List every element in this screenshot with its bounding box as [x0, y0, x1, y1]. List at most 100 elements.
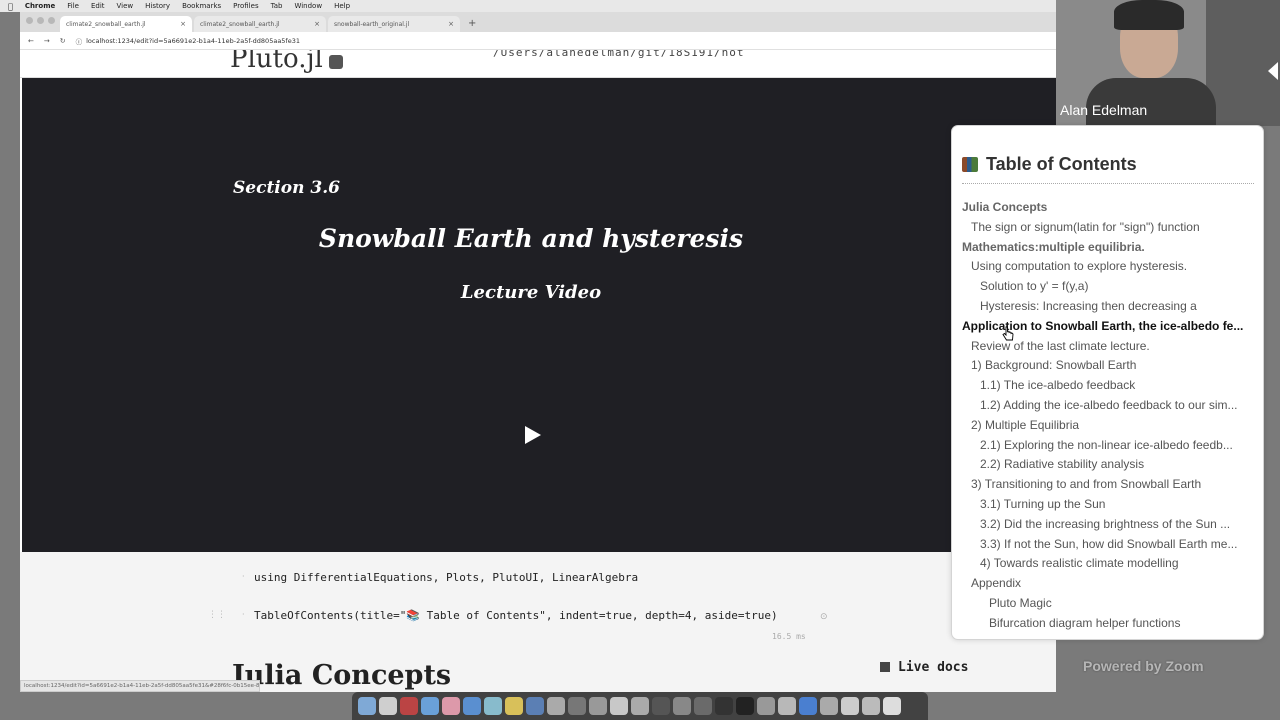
- cell-drag-handle-icon[interactable]: ⋮⋮: [208, 610, 226, 620]
- tab-bar: climate2_snowball_earth.jl × climate2_sn…: [20, 12, 1056, 32]
- url-field[interactable]: ⓘ localhost:1234/edit?id=5a6691e2-b1a4-1…: [76, 36, 300, 46]
- menu-item-tab[interactable]: Tab: [271, 2, 283, 10]
- lecture-video-player[interactable]: Section 3.6 Snowball Earth and hysteresi…: [22, 78, 1056, 552]
- menu-item-window[interactable]: Window: [294, 2, 322, 10]
- pluto-logo-icon: [328, 55, 343, 69]
- toc-item[interactable]: Pluto Magic: [962, 594, 1262, 614]
- books-icon: [880, 662, 890, 672]
- toc-item[interactable]: 1.1) The ice-albedo feedback: [962, 376, 1262, 396]
- chevron-left-icon[interactable]: [1268, 62, 1278, 80]
- browser-tab[interactable]: snowball-earth_original.jl ×: [328, 16, 460, 32]
- menu-item-file[interactable]: File: [67, 2, 79, 10]
- browser-tab[interactable]: climate2_snowball_earth.jl ×: [194, 16, 326, 32]
- toc-item[interactable]: 2.1) Exploring the non-linear ice-albedo…: [962, 436, 1262, 456]
- toc-item[interactable]: The sign or signum(latin for "sign") fun…: [962, 218, 1262, 238]
- menu-item-history[interactable]: History: [145, 2, 170, 10]
- table-of-contents: Table of Contents Julia Concepts The sig…: [951, 125, 1264, 640]
- video-title: Snowball Earth and hysteresis: [318, 224, 744, 253]
- toc-item[interactable]: 2.2) Radiative stability analysis: [962, 455, 1262, 475]
- safari-icon[interactable]: [421, 697, 439, 715]
- toc-title: Table of Contents: [986, 154, 1137, 174]
- address-bar: ← → ↻ ⓘ localhost:1234/edit?id=5a6691e2-…: [20, 32, 1056, 50]
- hand-cursor-icon: [1002, 326, 1014, 341]
- toc-item[interactable]: Hysteresis: Increasing then decreasing a: [962, 297, 1262, 317]
- reload-icon[interactable]: ↻: [60, 37, 66, 45]
- app-icon[interactable]: [862, 697, 880, 715]
- toc-item[interactable]: 3) Transitioning to and from Snowball Ea…: [962, 475, 1262, 495]
- macos-dock: [352, 692, 928, 720]
- app-icon[interactable]: [778, 697, 796, 715]
- minimize-window-button[interactable]: [37, 17, 44, 24]
- close-icon[interactable]: ×: [448, 20, 454, 28]
- terminal-icon[interactable]: [736, 697, 754, 715]
- app-icon[interactable]: [610, 697, 628, 715]
- run-cell-icon[interactable]: ⊙: [820, 612, 828, 622]
- toc-item[interactable]: 1) Background: Snowball Earth: [962, 356, 1262, 376]
- menu-item-edit[interactable]: Edit: [91, 2, 105, 10]
- xcode-icon[interactable]: [526, 697, 544, 715]
- app-icon[interactable]: [694, 697, 712, 715]
- menu-item-view[interactable]: View: [117, 2, 134, 10]
- zoom-app-icon[interactable]: [799, 697, 817, 715]
- video-section-label: Section 3.6: [233, 178, 340, 198]
- pluto-notebook: Pluto.jl /Users/alanedelman/git/18S191/n…: [20, 50, 1056, 692]
- trash-icon[interactable]: [883, 697, 901, 715]
- live-docs-label: Live docs: [898, 660, 969, 675]
- menu-item-help[interactable]: Help: [334, 2, 350, 10]
- browser-tab[interactable]: climate2_snowball_earth.jl ×: [60, 16, 192, 32]
- toc-item[interactable]: 4) Towards realistic climate modelling: [962, 554, 1262, 574]
- toc-item[interactable]: Appendix: [962, 574, 1262, 594]
- toc-list: Julia Concepts The sign or signum(latin …: [962, 198, 1262, 634]
- toc-item[interactable]: Bifurcation diagram helper functions: [962, 614, 1262, 634]
- zoom-watermark: Powered by Zoom: [1083, 658, 1204, 674]
- app-icon[interactable]: [589, 697, 607, 715]
- back-icon[interactable]: ←: [28, 37, 34, 45]
- toc-item[interactable]: 1.2) Adding the ice-albedo feedback to o…: [962, 396, 1262, 416]
- app-icon[interactable]: [820, 697, 838, 715]
- menu-item-profiles[interactable]: Profiles: [233, 2, 258, 10]
- apple-icon[interactable]: : [8, 2, 13, 11]
- pluto-header: Pluto.jl /Users/alanedelman/git/18S191/n…: [20, 50, 1056, 78]
- app-icon[interactable]: [673, 697, 691, 715]
- photos-icon[interactable]: [442, 697, 460, 715]
- close-icon[interactable]: ×: [180, 20, 186, 28]
- app-icon[interactable]: [841, 697, 859, 715]
- github-icon[interactable]: [715, 697, 733, 715]
- document-icon[interactable]: [379, 697, 397, 715]
- toc-item[interactable]: Mathematics:multiple equilibria.: [962, 238, 1262, 258]
- app-icon[interactable]: [568, 697, 586, 715]
- app-icon[interactable]: [631, 697, 649, 715]
- forward-icon[interactable]: →: [44, 37, 50, 45]
- code-cell-toc[interactable]: TableOfContents(title="📚 Table of Conten…: [254, 609, 778, 622]
- toc-item[interactable]: 3.2) Did the increasing brightness of th…: [962, 515, 1262, 535]
- pluto-logo[interactable]: Pluto.jl: [230, 50, 343, 74]
- toc-item[interactable]: Solution to y' = f(y,a): [962, 277, 1262, 297]
- maximize-window-button[interactable]: [48, 17, 55, 24]
- toc-header: Table of Contents: [962, 154, 1137, 175]
- new-tab-button[interactable]: +: [462, 16, 482, 32]
- play-icon[interactable]: [525, 426, 541, 444]
- menu-app-name[interactable]: Chrome: [25, 2, 55, 10]
- cell-collapse-icon[interactable]: ·: [242, 610, 245, 619]
- close-window-button[interactable]: [26, 17, 33, 24]
- mail-icon[interactable]: [463, 697, 481, 715]
- app-icon[interactable]: [652, 697, 670, 715]
- toc-item[interactable]: 3.3) If not the Sun, how did Snowball Ea…: [962, 535, 1262, 555]
- chrome-icon[interactable]: [505, 697, 523, 715]
- preview-icon[interactable]: [484, 697, 502, 715]
- close-icon[interactable]: ×: [314, 20, 320, 28]
- finder-icon[interactable]: [358, 697, 376, 715]
- toc-item[interactable]: Julia Concepts: [962, 198, 1262, 218]
- screen:  Chrome File Edit View History Bookmark…: [0, 0, 1280, 720]
- acrobat-icon[interactable]: [400, 697, 418, 715]
- code-cell-using[interactable]: using DifferentialEquations, Plots, Plut…: [254, 571, 638, 584]
- notebook-path[interactable]: /Users/alanedelman/git/18S191/not: [493, 50, 745, 59]
- toc-item[interactable]: 2) Multiple Equilibria: [962, 416, 1262, 436]
- menu-item-bookmarks[interactable]: Bookmarks: [182, 2, 221, 10]
- toc-item[interactable]: Using computation to explore hysteresis.: [962, 257, 1262, 277]
- app-icon[interactable]: [547, 697, 565, 715]
- app-icon[interactable]: [757, 697, 775, 715]
- live-docs-button[interactable]: Live docs: [880, 660, 968, 675]
- toc-item[interactable]: 3.1) Turning up the Sun: [962, 495, 1262, 515]
- cell-collapse-icon[interactable]: ·: [242, 572, 245, 581]
